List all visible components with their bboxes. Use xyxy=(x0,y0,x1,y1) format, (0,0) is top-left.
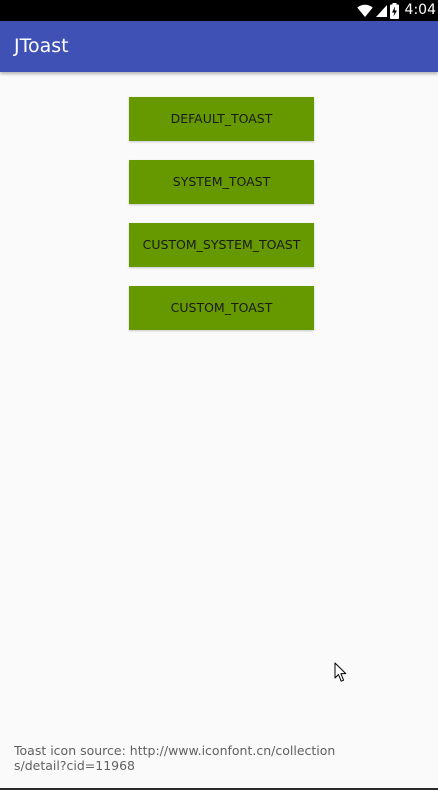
status-bar: 4:04 xyxy=(0,0,438,21)
app-bar: JToast xyxy=(0,21,438,72)
mouse-cursor-icon xyxy=(334,662,348,687)
cell-signal-icon xyxy=(375,4,388,18)
custom-system-toast-button[interactable]: CUSTOM_SYSTEM_TOAST xyxy=(129,223,314,267)
icon-source-note: Toast icon source: http://www.iconfont.c… xyxy=(14,743,336,773)
wifi-icon xyxy=(356,4,373,18)
status-icons: 4:04 xyxy=(356,0,438,21)
default-toast-button[interactable]: DEFAULT_TOAST xyxy=(129,97,314,141)
custom-toast-button[interactable]: CUSTOM_TOAST xyxy=(129,286,314,330)
status-time: 4:04 xyxy=(404,2,436,18)
system-toast-button[interactable]: SYSTEM_TOAST xyxy=(129,160,314,204)
app-title: JToast xyxy=(14,35,69,57)
battery-charging-icon xyxy=(389,2,399,19)
